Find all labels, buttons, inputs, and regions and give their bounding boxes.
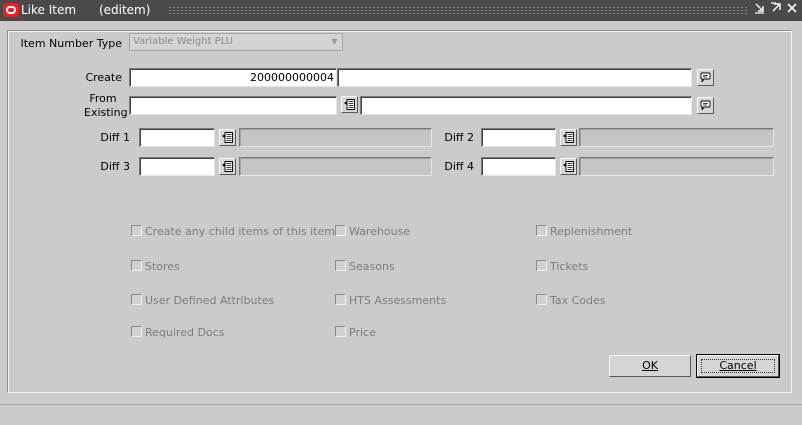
- tickets-label: Tickets: [550, 260, 589, 273]
- list-of-values-icon: [222, 161, 233, 172]
- list-of-values-icon: [344, 99, 355, 110]
- diff-2-label: Diff 2: [444, 131, 474, 144]
- window-title: Like Item (editem): [21, 3, 151, 17]
- stores-checkbox[interactable]: [131, 260, 142, 271]
- diff-2-lov-button[interactable]: [560, 129, 577, 146]
- diff-3-field[interactable]: [139, 157, 215, 176]
- hts-assessments-label: HTS Assessments: [349, 294, 447, 307]
- diff-3-lov-button[interactable]: [219, 158, 236, 175]
- diff-4-field[interactable]: [481, 157, 556, 176]
- title-drag-grip[interactable]: [168, 6, 748, 15]
- list-of-values-icon: [222, 132, 233, 143]
- diff-4-description-field: [579, 157, 774, 176]
- create-item-field[interactable]: 200000000004: [129, 68, 337, 87]
- stores-label: Stores: [145, 260, 180, 273]
- required-docs-label: Required Docs: [145, 326, 225, 339]
- diff-2-field[interactable]: [481, 128, 556, 147]
- maximize-icon[interactable]: [769, 2, 783, 18]
- child-items-checkbox[interactable]: [131, 225, 142, 236]
- price-label: Price: [349, 326, 376, 339]
- diff-1-description-field: [239, 128, 432, 147]
- replenishment-checkbox[interactable]: [536, 225, 547, 236]
- cancel-button[interactable]: Cancel: [696, 354, 780, 378]
- comment-edit-icon: [700, 100, 711, 111]
- from-existing-label: From Existing: [84, 92, 128, 119]
- from-existing-description-field[interactable]: [360, 96, 692, 115]
- create-label: Create: [85, 71, 122, 84]
- title-bar: Like Item (editem): [0, 0, 802, 21]
- create-description-field[interactable]: [337, 68, 692, 87]
- tickets-checkbox[interactable]: [536, 260, 547, 271]
- list-of-values-icon: [563, 161, 574, 172]
- from-existing-item-field[interactable]: [129, 96, 337, 115]
- status-bar: [0, 404, 802, 425]
- user-defined-attributes-checkbox[interactable]: [131, 294, 142, 305]
- diff-1-label: Diff 1: [100, 131, 130, 144]
- minimize-icon[interactable]: [753, 2, 767, 18]
- seasons-label: Seasons: [349, 260, 395, 273]
- item-number-type-label: Item Number Type: [20, 37, 123, 50]
- tax-codes-label: Tax Codes: [550, 294, 606, 307]
- chevron-down-icon: ▼: [331, 37, 338, 46]
- user-defined-attributes-label: User Defined Attributes: [145, 294, 275, 307]
- diff-1-lov-button[interactable]: [219, 129, 236, 146]
- required-docs-checkbox[interactable]: [131, 326, 142, 337]
- from-existing-edit-button[interactable]: [697, 97, 714, 114]
- child-items-label: Create any child items of this item: [145, 225, 335, 238]
- warehouse-checkbox[interactable]: [335, 225, 346, 236]
- close-icon[interactable]: [785, 2, 799, 18]
- from-existing-lov-button[interactable]: [341, 96, 358, 113]
- diff-4-label: Diff 4: [444, 160, 474, 173]
- diff-3-label: Diff 3: [100, 160, 130, 173]
- item-number-type-value: Variable Weight PLU: [133, 36, 234, 47]
- create-edit-button[interactable]: [697, 69, 714, 86]
- oracle-logo-icon: [3, 3, 19, 17]
- comment-edit-icon: [700, 72, 711, 83]
- price-checkbox[interactable]: [335, 326, 346, 337]
- list-of-values-icon: [563, 132, 574, 143]
- diff-3-description-field: [239, 157, 432, 176]
- diff-2-description-field: [579, 128, 774, 147]
- tax-codes-checkbox[interactable]: [536, 294, 547, 305]
- diff-4-lov-button[interactable]: [560, 158, 577, 175]
- hts-assessments-checkbox[interactable]: [335, 294, 346, 305]
- ok-button[interactable]: OK: [609, 355, 691, 377]
- item-number-type-select: Variable Weight PLU ▼: [129, 33, 343, 51]
- diff-1-field[interactable]: [139, 128, 215, 147]
- warehouse-label: Warehouse: [349, 225, 411, 238]
- replenishment-label: Replenishment: [550, 225, 633, 238]
- seasons-checkbox[interactable]: [335, 260, 346, 271]
